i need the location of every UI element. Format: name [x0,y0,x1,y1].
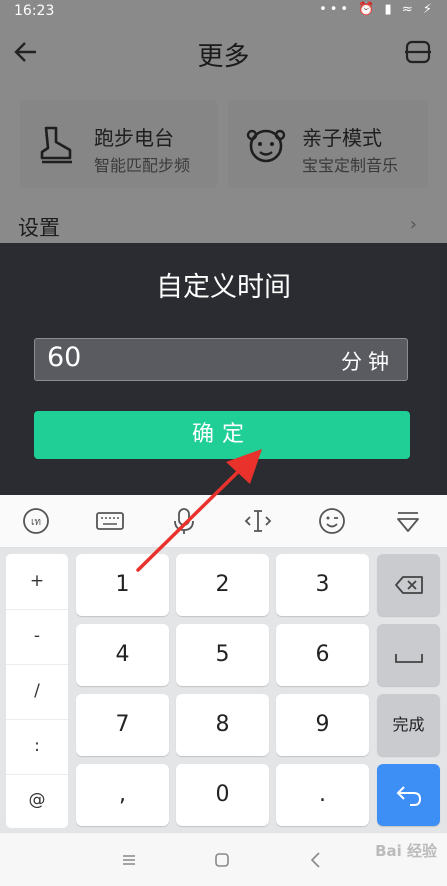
red-arrow-annotation [136,449,262,572]
